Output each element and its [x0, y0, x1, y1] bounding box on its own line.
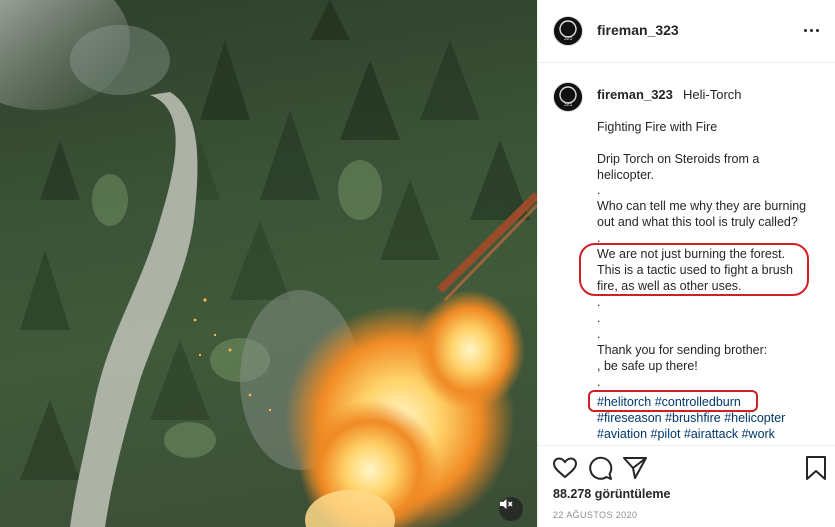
post-header: 323 fireman_323 — [538, 0, 835, 63]
view-count[interactable]: 88.278 görüntüleme — [553, 487, 670, 501]
fire-department-badge-icon: 323 — [554, 17, 582, 45]
caption-area: 323 fireman_323 Heli-Torch Fighting Fire… — [538, 63, 835, 445]
speaker-muted-icon — [500, 499, 513, 509]
caption-line: . — [597, 311, 601, 325]
caption-line: Thank you for sending brother: — [597, 343, 768, 357]
post-video[interactable] — [0, 0, 537, 527]
hashtag-line: #fireseason #brushfire #helicopter — [597, 410, 785, 426]
hashtag-link[interactable]: #brushfire — [665, 411, 721, 425]
caption-line: Drip Torch on Steroids from a — [597, 152, 760, 166]
hashtag-link[interactable]: #airattack — [684, 427, 738, 441]
post-actions: 88.278 görüntüleme 22 AĞUSTOS 2020 — [538, 445, 835, 527]
caption-title: Heli-Torch — [683, 87, 742, 102]
caption-line: . — [597, 183, 601, 197]
hashtag-link[interactable]: #aviation — [597, 427, 647, 441]
caption-line: out and what this tool is truly called? — [597, 215, 798, 229]
paper-plane-icon[interactable] — [622, 455, 648, 481]
post-details-panel: 323 fireman_323 323 fireman_323 Heli-Tor… — [537, 0, 835, 527]
mute-button[interactable] — [499, 497, 523, 521]
caption-line: helicopter. — [597, 168, 654, 182]
caption-username[interactable]: fireman_323 — [597, 87, 673, 102]
video-frame — [0, 0, 537, 527]
post-date[interactable]: 22 AĞUSTOS 2020 — [553, 510, 637, 520]
header-username[interactable]: fireman_323 — [597, 22, 679, 38]
hashtag-link[interactable]: #work — [742, 427, 775, 441]
caption-avatar[interactable]: 323 — [553, 82, 583, 112]
bookmark-icon[interactable] — [803, 455, 829, 481]
caption-line: Who can tell me why they are burning — [597, 199, 807, 213]
annotation-highlight — [579, 243, 809, 296]
hashtag-link[interactable]: #helicopter — [724, 411, 785, 425]
svg-text:323: 323 — [564, 102, 573, 108]
svg-text:323: 323 — [564, 36, 573, 42]
annotation-highlight — [588, 390, 758, 412]
hashtag-line: #aviation #pilot #airattack #work — [597, 426, 775, 442]
caption-line: , be safe up there! — [597, 359, 698, 373]
heart-icon[interactable] — [552, 455, 578, 481]
fire-department-badge-icon: 323 — [554, 83, 582, 111]
caption-line: . — [597, 295, 601, 309]
avatar[interactable]: 323 — [553, 16, 583, 46]
caption-line: . — [597, 375, 601, 389]
hashtag-link[interactable]: #pilot — [651, 427, 681, 441]
comment-icon[interactable] — [587, 455, 613, 481]
caption-line: . — [597, 327, 601, 341]
hashtag-link[interactable]: #fireseason — [597, 411, 662, 425]
caption-line: Fighting Fire with Fire — [597, 120, 718, 134]
more-options-icon[interactable] — [799, 23, 823, 37]
